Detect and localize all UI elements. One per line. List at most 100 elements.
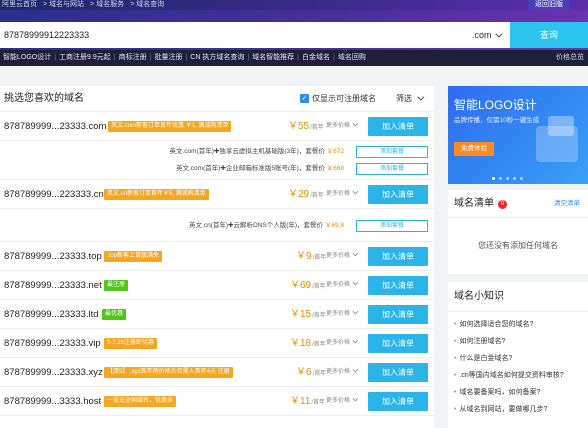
nav-item-cn-query[interactable]: CN 执方域名查询 [187, 54, 247, 61]
more-prices-link[interactable]: 更多价格 [326, 329, 359, 358]
more-prices-link[interactable]: 更多价格 [326, 180, 359, 209]
domain-row: 878789999...23333.vip 3-7.26注册即优惠 ￥18/首年… [0, 329, 434, 358]
logo-design-promo-banner[interactable]: 智能LOGO设计 品牌传播，仅需10秒一键生成 免费体验 [448, 86, 588, 184]
add-to-list-button[interactable]: 加入清单 [368, 276, 428, 295]
price-unit: /首年 [312, 342, 326, 348]
breadcrumb-item[interactable]: > 域名与网站 [43, 1, 84, 8]
nav-item-platinum-domain[interactable]: 白金域名 [299, 54, 333, 61]
price-value: ￥18 [290, 338, 312, 349]
free-trial-button[interactable]: 免费体验 [454, 142, 494, 156]
nav-item-domain-buyback[interactable]: 域名回购 [335, 54, 369, 61]
combo-text: 英文.com(首年)✚独享云虚拟主机基础版(3年)，套餐价 ￥672 [170, 143, 345, 160]
add-to-list-button[interactable]: 加入清单 [368, 247, 428, 266]
knowledge-link[interactable]: 如何选择适合您的域名? [454, 316, 588, 333]
price-unit: /首年 [310, 125, 324, 131]
cart-header: 域名清单 0 清空清单 [448, 190, 588, 218]
more-prices-label: 更多价格 [326, 311, 351, 317]
more-prices-link[interactable]: 更多价格 [326, 300, 359, 329]
price-value: ￥15 [290, 309, 312, 320]
breadcrumb-item[interactable]: 阿里云首页 [2, 1, 37, 8]
more-prices-label: 更多价格 [326, 123, 351, 129]
add-combo-button[interactable]: 添加套餐 [356, 146, 428, 158]
domain-row: 878789999...23333.com 英文.com新客订单首年优惠 ￥1,… [0, 112, 434, 141]
domain-row: 878789999...23333.ltd 最优惠 ￥15/首年 更多价格 加入… [0, 300, 434, 329]
available-only-label[interactable]: 仅显示可注册域名 [312, 86, 376, 112]
more-prices-label: 更多价格 [326, 398, 351, 404]
search-band: .com 查询 [0, 10, 588, 50]
breadcrumb-item[interactable]: > 域名服务 [90, 1, 124, 8]
nav-item-logo-design[interactable]: 智能LOGO设计 [0, 54, 54, 61]
more-prices-label: 更多价格 [326, 282, 351, 288]
price-overview-link[interactable]: 价格总览 [556, 50, 584, 66]
knowledge-link[interactable]: 域名要备案吗，如何备案? [454, 384, 588, 401]
domain-search-input[interactable] [0, 22, 400, 48]
more-prices-link[interactable]: 更多价格 [326, 387, 359, 416]
price-value: ￥69 [290, 280, 312, 291]
nav-item-bulk-register[interactable]: 批量注册 [151, 54, 185, 61]
domain-name: 878789999...23333.net [4, 280, 102, 291]
domain-price: ￥55/首年 [288, 112, 324, 143]
domain-name: 878789999...23333.vip [4, 338, 101, 349]
query-button[interactable]: 查询 [510, 22, 588, 48]
carousel-dot[interactable] [499, 177, 502, 180]
search-box: .com [0, 22, 510, 48]
add-to-list-button[interactable]: 加入清单 [368, 392, 428, 411]
add-to-list-button[interactable]: 加入清单 [368, 363, 428, 382]
knowledge-link[interactable]: 什么是白金域名? [454, 350, 588, 367]
cart-count-badge: 0 [498, 200, 507, 209]
knowledge-link[interactable]: .cn等国内域名如何提交资料审核? [454, 367, 588, 384]
carousel-dot[interactable] [520, 177, 523, 180]
domain-name: 878789999...23333.top [4, 251, 102, 262]
domain-price: ￥15/首年 [290, 300, 326, 331]
nav-item-business-register[interactable]: 工商注册9.9元起 [56, 54, 114, 61]
combo-offers: 英文.cn(首年)✚云解析DNS个人版(年)，套餐价 ￥69.8 添加套餐 [0, 209, 434, 242]
breadcrumb: 阿里云首页 > 域名与网站 > 域名服务 > 域名查询 [2, 0, 170, 10]
more-prices-link[interactable]: 更多价格 [326, 112, 359, 141]
carousel-dot[interactable] [492, 177, 495, 180]
price-value: ￥9 [296, 251, 312, 262]
add-combo-button[interactable]: 添加套餐 [356, 220, 428, 232]
back-to-old-version-button[interactable]: 返回旧版 [528, 0, 570, 10]
domain-price: ￥18/首年 [290, 329, 326, 360]
domain-price: ￥6/首年 [296, 358, 326, 389]
more-prices-link[interactable]: 更多价格 [326, 358, 359, 387]
chevron-down-icon [417, 93, 425, 101]
more-prices-link[interactable]: 更多价格 [326, 271, 359, 300]
combo-offer: 英文.cn(首年)✚云解析DNS个人版(年)，套餐价 ￥69.8 添加套餐 [0, 217, 434, 234]
price-unit: /首年 [310, 193, 324, 199]
nav-item-trademark[interactable]: 商标注册 [116, 54, 150, 61]
add-to-list-button[interactable]: 加入清单 [368, 305, 428, 324]
combo-offer: 英文.com(首年)✚独享云虚拟主机基础版(3年)，套餐价 ￥672 添加套餐 [0, 143, 434, 160]
domain-price: ￥29/首年 [288, 180, 324, 211]
add-to-list-button[interactable]: 加入清单 [368, 185, 428, 204]
combo-domain: 英文.cn(首年) [189, 222, 229, 229]
promo-badge: 英文.com新客订单首年优惠 ￥1, 满减购清单 [108, 121, 232, 132]
domain-price: ￥69/首年 [290, 271, 326, 302]
available-only-checkbox[interactable]: ✓ [300, 94, 309, 103]
domain-name: 878789999...3333.host [4, 396, 102, 407]
price-unit: /首年 [312, 284, 326, 290]
cart-empty-text: 您还没有添加任何域名 [478, 241, 558, 250]
suffix-select[interactable]: .com [472, 22, 502, 48]
combo-offers: 英文.com(首年)✚独享云虚拟主机基础版(3年)，套餐价 ￥672 添加套餐 … [0, 141, 434, 180]
more-prices-label: 更多价格 [326, 340, 351, 346]
add-combo-button[interactable]: 添加套餐 [356, 163, 428, 175]
domain-row: 878789999...23333.xyz 【双9】 .xyz首年特价续价仅需入… [0, 358, 434, 387]
add-to-list-button[interactable]: 加入清单 [368, 117, 428, 136]
domain-row: 878789999...223333.cn 英文.cn新客订单首年￥5, 满减购… [0, 180, 434, 209]
nav-item-domain-recommend[interactable]: 域名智能推荐 [249, 54, 297, 61]
chevron-down-icon [352, 308, 359, 315]
knowledge-link[interactable]: 如何注册域名? [454, 333, 588, 350]
more-prices-label: 更多价格 [326, 369, 351, 375]
domain-name: 878789999...23333.ltd [4, 309, 99, 320]
add-to-list-button[interactable]: 加入清单 [368, 334, 428, 353]
chevron-down-icon [352, 120, 359, 127]
carousel-dot[interactable] [513, 177, 516, 180]
carousel-dot[interactable] [506, 177, 509, 180]
clear-cart-link[interactable]: 清空清单 [554, 190, 580, 218]
more-prices-link[interactable]: 更多价格 [326, 242, 359, 271]
chevron-down-icon [352, 366, 359, 373]
filter-button[interactable]: 筛选 [396, 86, 425, 112]
knowledge-link[interactable]: 从域名到网站，要做哪几步? [454, 401, 588, 418]
price-value: ￥29 [288, 189, 310, 200]
